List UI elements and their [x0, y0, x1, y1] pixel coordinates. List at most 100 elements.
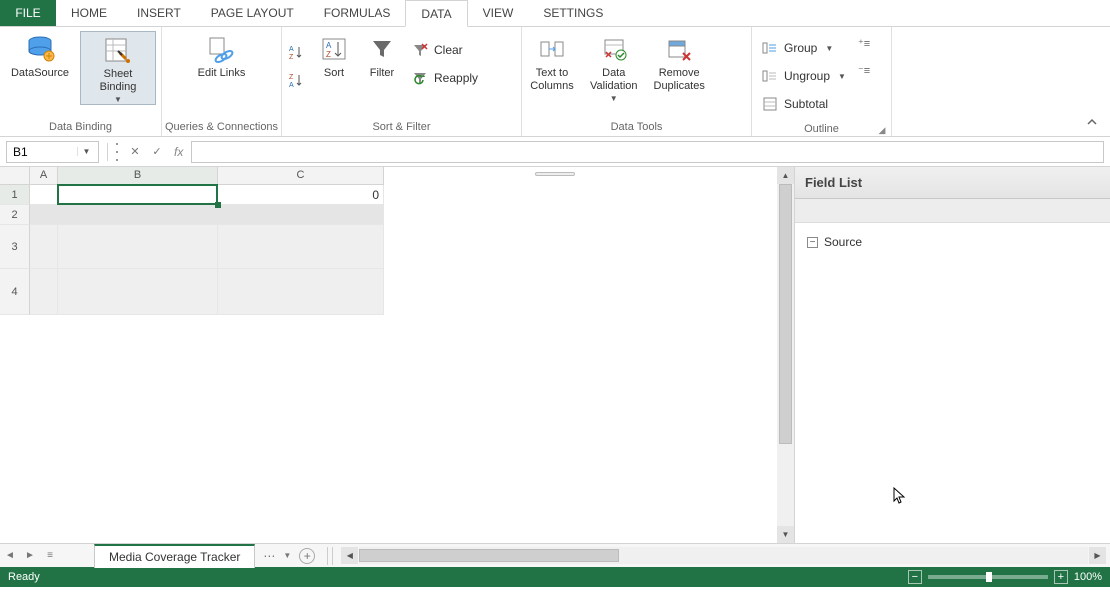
- clear-button[interactable]: Clear: [412, 39, 478, 61]
- sort-icon: AZ: [318, 33, 350, 65]
- sheet-binding-label: Sheet Binding: [100, 68, 137, 94]
- fx-icon[interactable]: fx: [170, 145, 187, 159]
- group-icon: [762, 40, 778, 56]
- sheet-binding-icon: [102, 34, 134, 66]
- scroll-right-icon[interactable]: ▶: [1089, 547, 1106, 564]
- tab-data[interactable]: DATA: [405, 0, 467, 27]
- tab-settings[interactable]: SETTINGS: [528, 0, 618, 26]
- reapply-button[interactable]: Reapply: [412, 67, 478, 89]
- text-to-columns-button[interactable]: Text to Columns: [522, 31, 582, 93]
- select-all-corner[interactable]: [0, 167, 30, 185]
- formula-input[interactable]: [191, 141, 1104, 163]
- sort-button[interactable]: AZ Sort: [310, 31, 358, 80]
- tab-insert[interactable]: INSERT: [122, 0, 196, 26]
- tab-splitter[interactable]: [327, 547, 333, 565]
- tab-view[interactable]: VIEW: [468, 0, 529, 26]
- scroll-thumb[interactable]: [779, 184, 792, 444]
- dropdown-icon: ▼: [610, 94, 618, 103]
- sheet-list-icon[interactable]: ≡: [40, 544, 60, 568]
- zoom-in-button[interactable]: +: [1054, 570, 1068, 584]
- ungroup-button[interactable]: Ungroup▼: [762, 65, 846, 87]
- scroll-up-icon[interactable]: ▲: [777, 167, 794, 184]
- group-label-outline: Outline◢: [752, 121, 891, 138]
- drag-handle-icon[interactable]: [116, 143, 122, 161]
- hide-detail-icon[interactable]: ⁻≡: [858, 64, 870, 77]
- cell[interactable]: [58, 205, 218, 225]
- tree-item-source[interactable]: − Source: [803, 233, 1102, 251]
- col-header-b[interactable]: B: [58, 167, 218, 185]
- remove-duplicates-button[interactable]: Remove Duplicates: [646, 31, 713, 93]
- field-list-title: Field List: [795, 167, 1110, 199]
- zoom-out-button[interactable]: −: [908, 570, 922, 584]
- clear-label: Clear: [434, 43, 463, 57]
- group-label-sort-filter: Sort & Filter: [282, 119, 521, 136]
- zoom-level[interactable]: 100%: [1074, 571, 1102, 583]
- cell[interactable]: [218, 205, 384, 225]
- sheet-binding-button[interactable]: Sheet Binding ▼: [80, 31, 156, 105]
- name-box[interactable]: ▼: [6, 141, 99, 163]
- sheet-nav-first-icon[interactable]: ◄: [0, 544, 20, 568]
- zoom-thumb[interactable]: [986, 572, 992, 582]
- row-header-3[interactable]: 3: [0, 225, 30, 269]
- formula-bar-row: ▼ ✕ ✓ fx: [0, 137, 1110, 167]
- edit-links-icon: [205, 33, 237, 65]
- col-header-a[interactable]: A: [30, 167, 58, 185]
- scroll-down-icon[interactable]: ▼: [777, 526, 794, 543]
- text-to-columns-label: Text to Columns: [530, 67, 573, 93]
- cell[interactable]: [58, 269, 218, 315]
- tree-collapse-icon[interactable]: −: [807, 237, 818, 248]
- sort-label: Sort: [324, 67, 344, 80]
- col-header-c[interactable]: C: [218, 167, 384, 185]
- sheet-menu-icon[interactable]: ⋯: [263, 549, 275, 563]
- name-box-input[interactable]: [7, 145, 77, 159]
- collapse-ribbon-icon[interactable]: [1084, 114, 1100, 130]
- cell[interactable]: [218, 269, 384, 315]
- status-bar: Ready − + 100%: [0, 567, 1110, 587]
- enter-formula-icon[interactable]: ✓: [148, 143, 166, 161]
- add-sheet-icon[interactable]: +: [299, 548, 315, 564]
- spreadsheet-grid[interactable]: A B C 1 0 2 3 4: [0, 167, 795, 543]
- row-header-4[interactable]: 4: [0, 269, 30, 315]
- tab-formulas[interactable]: FORMULAS: [309, 0, 406, 26]
- cell-active[interactable]: [58, 185, 218, 205]
- sheet-dropdown-icon[interactable]: ▼: [283, 551, 291, 560]
- cell[interactable]: [30, 269, 58, 315]
- tab-page-layout[interactable]: PAGE LAYOUT: [196, 0, 309, 26]
- separator: [107, 143, 108, 161]
- cell[interactable]: 0: [218, 185, 384, 205]
- data-validation-label: Data Validation: [590, 67, 638, 93]
- cancel-formula-icon[interactable]: ✕: [126, 143, 144, 161]
- filter-button[interactable]: Filter: [358, 31, 406, 80]
- fill-handle[interactable]: [215, 202, 221, 208]
- subtotal-button[interactable]: Subtotal: [762, 93, 846, 115]
- sheet-nav-next-icon[interactable]: ►: [20, 544, 40, 568]
- dialog-launcher-icon[interactable]: ◢: [877, 125, 887, 135]
- sort-desc-button[interactable]: ZA: [288, 69, 304, 91]
- sort-asc-button[interactable]: AZ: [288, 41, 304, 63]
- datasource-button[interactable]: DataSource: [0, 31, 80, 80]
- cell[interactable]: [30, 205, 58, 225]
- tab-home[interactable]: HOME: [56, 0, 122, 26]
- horizontal-scrollbar[interactable]: ◀ ▶: [337, 547, 1110, 564]
- show-detail-icon[interactable]: ⁺≡: [858, 37, 870, 50]
- tab-file[interactable]: FILE: [0, 0, 56, 26]
- cell[interactable]: [218, 225, 384, 269]
- vertical-scrollbar[interactable]: ▲ ▼: [777, 167, 794, 543]
- data-validation-button[interactable]: Data Validation ▼: [582, 31, 646, 103]
- hscroll-thumb[interactable]: [359, 549, 619, 562]
- edit-links-button[interactable]: Edit Links: [190, 31, 254, 80]
- cell[interactable]: [30, 185, 58, 205]
- svg-text:A: A: [289, 82, 294, 88]
- field-list-pane: Field List − Source: [795, 167, 1110, 543]
- name-box-dropdown-icon[interactable]: ▼: [77, 147, 95, 156]
- cell[interactable]: [58, 225, 218, 269]
- scroll-left-icon[interactable]: ◀: [341, 547, 358, 564]
- cell[interactable]: [30, 225, 58, 269]
- zoom-slider[interactable]: [928, 575, 1048, 579]
- group-button[interactable]: Group▼: [762, 37, 846, 59]
- sheet-tab[interactable]: Media Coverage Tracker: [94, 544, 255, 568]
- main-area: A B C 1 0 2 3 4: [0, 167, 1110, 543]
- row-header-2[interactable]: 2: [0, 205, 30, 225]
- status-text: Ready: [8, 571, 40, 583]
- row-header-1[interactable]: 1: [0, 185, 30, 205]
